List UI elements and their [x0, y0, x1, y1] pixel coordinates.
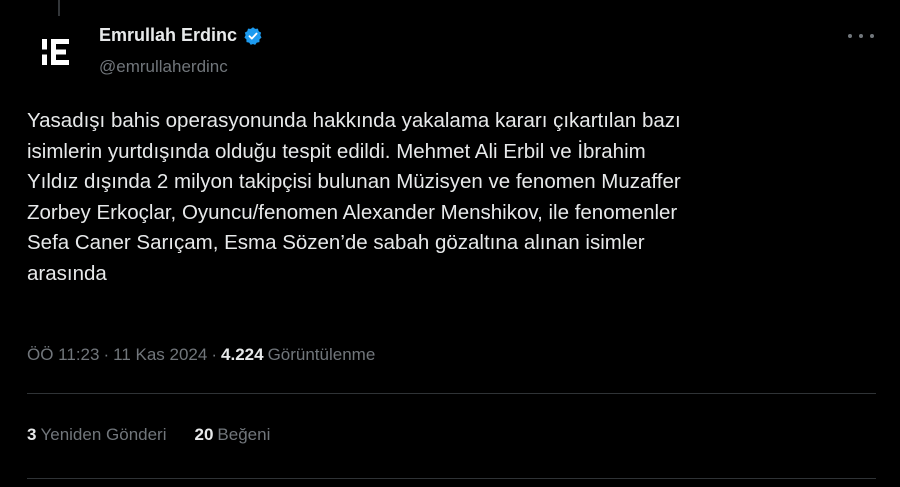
engagement-stats: 3 Yeniden Gönderi 20 Beğeni: [27, 425, 270, 445]
more-dot: [859, 34, 863, 38]
meta-separator: ·: [211, 345, 218, 364]
more-dot: [870, 34, 874, 38]
avatar[interactable]: [34, 29, 80, 75]
meta-separator: ·: [103, 345, 110, 364]
author-display-name[interactable]: Emrullah Erdinc: [99, 25, 237, 46]
likes-label: Beğeni: [217, 425, 271, 444]
likes-stat[interactable]: 20 Beğeni: [195, 425, 271, 445]
reposts-label: Yeniden Gönderi: [40, 425, 167, 444]
likes-count: 20: [194, 425, 214, 444]
avatar-logo-icon: [42, 39, 69, 65]
author-name-row[interactable]: Emrullah Erdinc: [99, 25, 263, 46]
thread-line: [58, 0, 60, 16]
views-label: Görüntülenme: [267, 345, 376, 364]
more-options-icon[interactable]: [848, 26, 874, 46]
tweet-time[interactable]: ÖÖ 11:23: [27, 345, 99, 365]
views-count: 4.224: [221, 345, 264, 364]
divider: [27, 478, 876, 479]
divider: [27, 393, 876, 394]
tweet-date[interactable]: 11 Kas 2024: [113, 345, 207, 365]
author-handle[interactable]: @emrullaherdinc: [99, 57, 228, 77]
tweet-meta: ÖÖ 11:23 · 11 Kas 2024 · 4.224 Görüntüle…: [27, 345, 375, 365]
more-dot: [848, 34, 852, 38]
verified-badge-icon: [244, 26, 262, 45]
reposts-count: 3: [27, 425, 37, 444]
reposts-stat[interactable]: 3 Yeniden Gönderi: [27, 425, 167, 445]
tweet-text: Yasadışı bahis operasyonunda hakkında ya…: [27, 109, 681, 285]
